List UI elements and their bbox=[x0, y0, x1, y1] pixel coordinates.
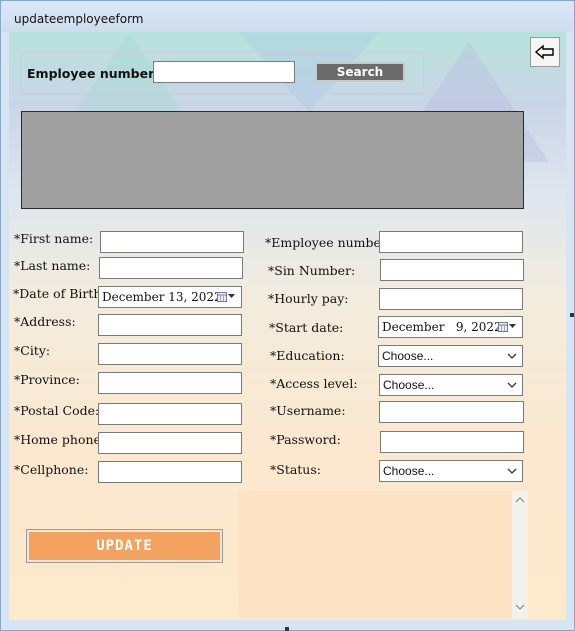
search-button[interactable]: Search bbox=[315, 62, 405, 82]
start-date-label: *Start date: bbox=[269, 320, 344, 335]
postal-code-label: *Postal Code: bbox=[14, 403, 100, 418]
calendar-dropdown[interactable] bbox=[217, 291, 235, 302]
employee-number-input[interactable] bbox=[379, 231, 523, 253]
address-label: *Address: bbox=[14, 314, 76, 329]
chevron-down-icon bbox=[509, 324, 516, 328]
message-area[interactable] bbox=[238, 491, 528, 618]
resize-handle[interactable] bbox=[570, 313, 574, 317]
window-title: updateemployeeform bbox=[14, 12, 144, 26]
first-name-label: *First name: bbox=[14, 231, 94, 246]
hourly-pay-label: *Hourly pay: bbox=[268, 291, 349, 306]
cellphone-label: *Cellphone: bbox=[14, 462, 89, 477]
search-employee-number-label: Employee number: bbox=[27, 66, 160, 81]
chevron-down-icon bbox=[228, 294, 235, 298]
update-button-label: UPDATE bbox=[29, 532, 220, 560]
scroll-down-icon[interactable] bbox=[515, 604, 525, 611]
password-label: *Password: bbox=[270, 432, 341, 447]
form-client-area: Employee number: Search *First name: *La… bbox=[9, 32, 566, 620]
scroll-up-icon[interactable] bbox=[515, 496, 525, 503]
chevron-down-icon bbox=[507, 382, 517, 388]
last-name-input[interactable] bbox=[99, 257, 243, 279]
status-select[interactable]: Choose... bbox=[379, 460, 523, 482]
back-arrow-icon bbox=[535, 44, 554, 60]
access-level-select[interactable]: Choose... bbox=[379, 374, 523, 396]
resize-handle[interactable] bbox=[285, 627, 289, 631]
city-label: *City: bbox=[14, 343, 51, 358]
hourly-pay-input[interactable] bbox=[379, 288, 523, 310]
date-of-birth-picker[interactable]: December 13, 2022 bbox=[98, 286, 242, 308]
chevron-down-icon bbox=[507, 353, 517, 359]
education-label: *Education: bbox=[270, 348, 345, 363]
calendar-dropdown[interactable] bbox=[498, 321, 516, 332]
status-selected-value: Choose... bbox=[383, 464, 435, 478]
start-date-picker[interactable]: December 9, 2022 bbox=[378, 316, 523, 338]
address-input[interactable] bbox=[98, 314, 242, 336]
update-button[interactable]: UPDATE bbox=[26, 529, 223, 563]
first-name-input[interactable] bbox=[100, 231, 244, 253]
update-employee-window: updateemployeeform Employee number: Sear… bbox=[0, 0, 575, 631]
home-phone-input[interactable] bbox=[98, 432, 242, 454]
username-label: *Username: bbox=[270, 403, 346, 418]
password-input[interactable] bbox=[380, 431, 524, 453]
access-level-selected-value: Choose... bbox=[383, 378, 435, 392]
sin-number-label: *Sin Number: bbox=[268, 263, 356, 278]
back-button[interactable] bbox=[530, 37, 560, 67]
education-select[interactable]: Choose... bbox=[378, 345, 523, 367]
title-bar[interactable]: updateemployeeform bbox=[2, 2, 573, 32]
cellphone-input[interactable] bbox=[98, 461, 242, 483]
employee-number-label: *Employee number: bbox=[265, 235, 392, 250]
home-phone-label: *Home phone: bbox=[14, 432, 106, 447]
city-input[interactable] bbox=[98, 343, 242, 365]
chevron-down-icon bbox=[507, 468, 517, 474]
sin-number-input[interactable] bbox=[380, 259, 524, 281]
province-label: *Province: bbox=[14, 372, 80, 387]
education-selected-value: Choose... bbox=[382, 349, 434, 363]
employee-results-grid[interactable] bbox=[21, 111, 524, 209]
message-area-scrollbar[interactable] bbox=[512, 491, 528, 618]
username-input[interactable] bbox=[379, 401, 524, 423]
province-input[interactable] bbox=[98, 372, 242, 394]
search-employee-number-input[interactable] bbox=[153, 61, 295, 83]
date-of-birth-label: *Date of Birth: bbox=[13, 286, 106, 301]
last-name-label: *Last name: bbox=[14, 258, 91, 273]
status-label: *Status: bbox=[270, 462, 321, 477]
access-level-label: *Access level: bbox=[270, 376, 358, 391]
postal-code-input[interactable] bbox=[98, 403, 242, 425]
calendar-icon bbox=[217, 292, 227, 302]
calendar-icon bbox=[498, 322, 508, 332]
start-date-value: December 9, 2022 bbox=[382, 320, 502, 334]
date-of-birth-value: December 13, 2022 bbox=[102, 290, 222, 304]
